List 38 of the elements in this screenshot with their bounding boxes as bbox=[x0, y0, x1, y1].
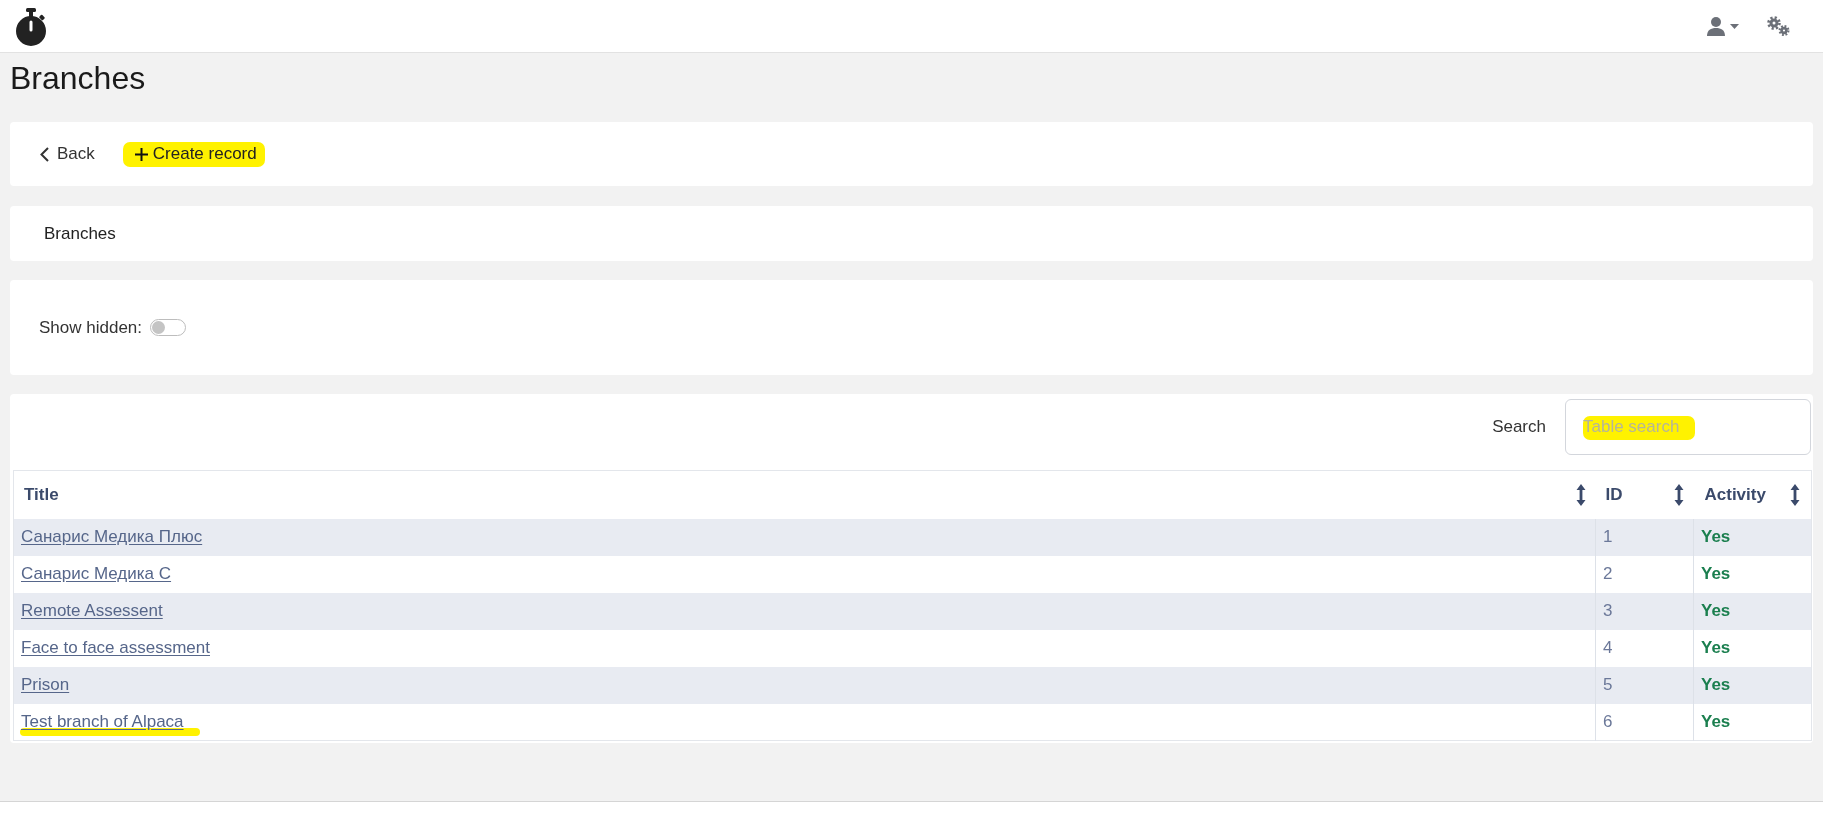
caret-icon[interactable] bbox=[1730, 23, 1739, 29]
id-cell: 3 bbox=[1595, 592, 1694, 630]
activity-cell: Yes bbox=[1693, 592, 1812, 630]
search-field[interactable]: Table search bbox=[1565, 399, 1811, 455]
page-title: Branches bbox=[10, 59, 146, 98]
stopwatch-icon[interactable] bbox=[15, 8, 47, 46]
column-header[interactable]: Activity bbox=[1704, 482, 1766, 508]
branch-link[interactable]: Face to face assessment bbox=[21, 638, 210, 658]
id-cell: 4 bbox=[1595, 629, 1694, 667]
plus-icon bbox=[134, 147, 148, 161]
branch-link[interactable]: Санарис Медика С bbox=[21, 564, 172, 584]
sort-icon[interactable] bbox=[1790, 483, 1800, 506]
activity-cell: Yes bbox=[1693, 629, 1812, 667]
branch-link[interactable]: Test branch of Alpaca bbox=[21, 712, 184, 731]
id-cell: 5 bbox=[1595, 666, 1694, 704]
sort-icon[interactable] bbox=[1673, 483, 1684, 506]
activity-cell: Yes bbox=[1693, 703, 1812, 741]
column-header[interactable]: ID bbox=[1605, 482, 1623, 508]
toggle-switch[interactable] bbox=[150, 319, 187, 336]
user-icon[interactable] bbox=[1707, 16, 1725, 36]
activity-cell: Yes bbox=[1693, 555, 1812, 593]
branch-link[interactable]: Санарис Медика Плюс bbox=[21, 527, 203, 547]
id-cell: 1 bbox=[1595, 518, 1694, 556]
id-cell: 2 bbox=[1595, 555, 1694, 593]
id-cell: 6 bbox=[1595, 703, 1694, 741]
show-hidden-label: Show hidden: bbox=[39, 316, 143, 339]
chevron-left-icon bbox=[40, 146, 49, 162]
sort-icon[interactable] bbox=[1575, 483, 1586, 506]
activity-cell: Yes bbox=[1693, 666, 1812, 704]
panel-title: Branches bbox=[44, 222, 116, 245]
branch-link[interactable]: Prison bbox=[21, 675, 70, 695]
settings-icon[interactable] bbox=[1767, 16, 1790, 36]
search-label: Search bbox=[1492, 416, 1546, 439]
branch-link[interactable]: Remote Assessent bbox=[21, 601, 163, 621]
column-header[interactable]: Title bbox=[24, 482, 59, 508]
create-record-button[interactable]: Create record bbox=[134, 143, 257, 165]
back-button[interactable]: Back bbox=[40, 141, 95, 167]
activity-cell: Yes bbox=[1693, 518, 1812, 556]
